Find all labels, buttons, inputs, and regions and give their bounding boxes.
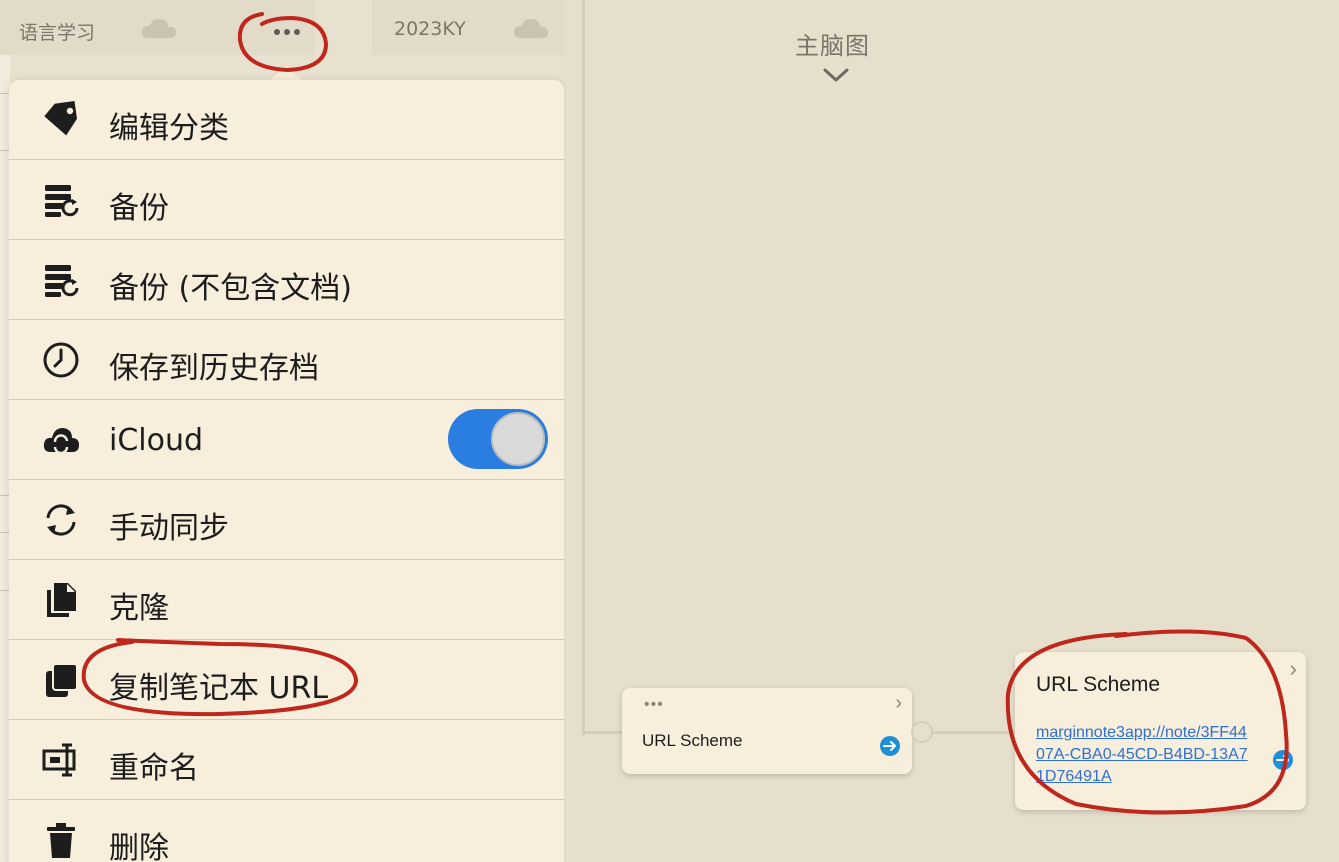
cloud-icon bbox=[141, 18, 176, 38]
menu-item-backup-no-docs[interactable]: 备份 (不包含文档) bbox=[9, 240, 564, 320]
arrow-right-circle-icon[interactable] bbox=[879, 735, 901, 757]
menu-item-label: 保存到历史存档 bbox=[109, 351, 319, 386]
cloud-icon bbox=[513, 18, 548, 38]
mindmap-node-url-scheme[interactable]: ••• › URL Scheme bbox=[622, 688, 912, 774]
history-clock-icon bbox=[43, 342, 79, 378]
menu-item-manual-sync[interactable]: 手动同步 bbox=[9, 480, 564, 560]
chevron-down-icon[interactable] bbox=[821, 66, 851, 84]
icloud-toggle[interactable] bbox=[448, 409, 548, 469]
menu-item-backup[interactable]: 备份 bbox=[9, 160, 564, 240]
menu-item-save-history[interactable]: 保存到历史存档 bbox=[9, 320, 564, 400]
menu-item-label: 克隆 bbox=[109, 591, 169, 626]
notebook-options-menu: 编辑分类 备份 备份 (不包含文档) 保存到历史存档 iCloud 手动同步 克… bbox=[9, 80, 564, 862]
toggle-knob bbox=[491, 412, 545, 466]
menu-item-label: 编辑分类 bbox=[109, 111, 229, 146]
menu-item-label: 删除 bbox=[109, 831, 169, 862]
backup-icon bbox=[45, 185, 79, 217]
menu-item-clone[interactable]: 克隆 bbox=[9, 560, 564, 640]
trash-icon bbox=[47, 823, 75, 858]
rename-icon bbox=[42, 743, 76, 777]
red-annotation-circle-url-node bbox=[1005, 629, 1289, 815]
sync-arrows-icon bbox=[46, 504, 76, 536]
notebook-tab-2023ky[interactable]: 2023KY bbox=[372, 0, 565, 55]
copy-documents-icon bbox=[47, 583, 76, 617]
menu-item-label: iCloud bbox=[109, 423, 204, 458]
menu-item-edit-category[interactable]: 编辑分类 bbox=[9, 80, 564, 160]
red-annotation-circle-copy-url bbox=[81, 638, 359, 717]
connector-line bbox=[582, 0, 585, 735]
backup-icon bbox=[45, 265, 79, 297]
node-connector-handle[interactable] bbox=[911, 721, 933, 743]
node-expand-chevron-icon[interactable]: › bbox=[895, 692, 902, 715]
menu-item-label: 备份 (不包含文档) bbox=[109, 271, 352, 306]
menu-item-label: 重命名 bbox=[109, 751, 199, 786]
notebook-tab-title: 2023KY bbox=[394, 18, 466, 40]
menu-item-delete[interactable]: 删除 bbox=[9, 800, 564, 862]
menu-item-label: 备份 bbox=[109, 191, 169, 226]
tag-icon bbox=[44, 100, 77, 136]
node-more-dots[interactable]: ••• bbox=[644, 696, 664, 714]
notebook-tab-title: 语言学习 bbox=[19, 22, 96, 44]
red-annotation-circle-more-button bbox=[237, 12, 329, 73]
mindmap-title[interactable]: 主脑图 bbox=[795, 26, 870, 61]
icloud-sync-icon bbox=[43, 428, 79, 455]
menu-item-rename[interactable]: 重命名 bbox=[9, 720, 564, 800]
menu-item-label: 手动同步 bbox=[109, 511, 229, 546]
node-title: URL Scheme bbox=[642, 731, 743, 750]
